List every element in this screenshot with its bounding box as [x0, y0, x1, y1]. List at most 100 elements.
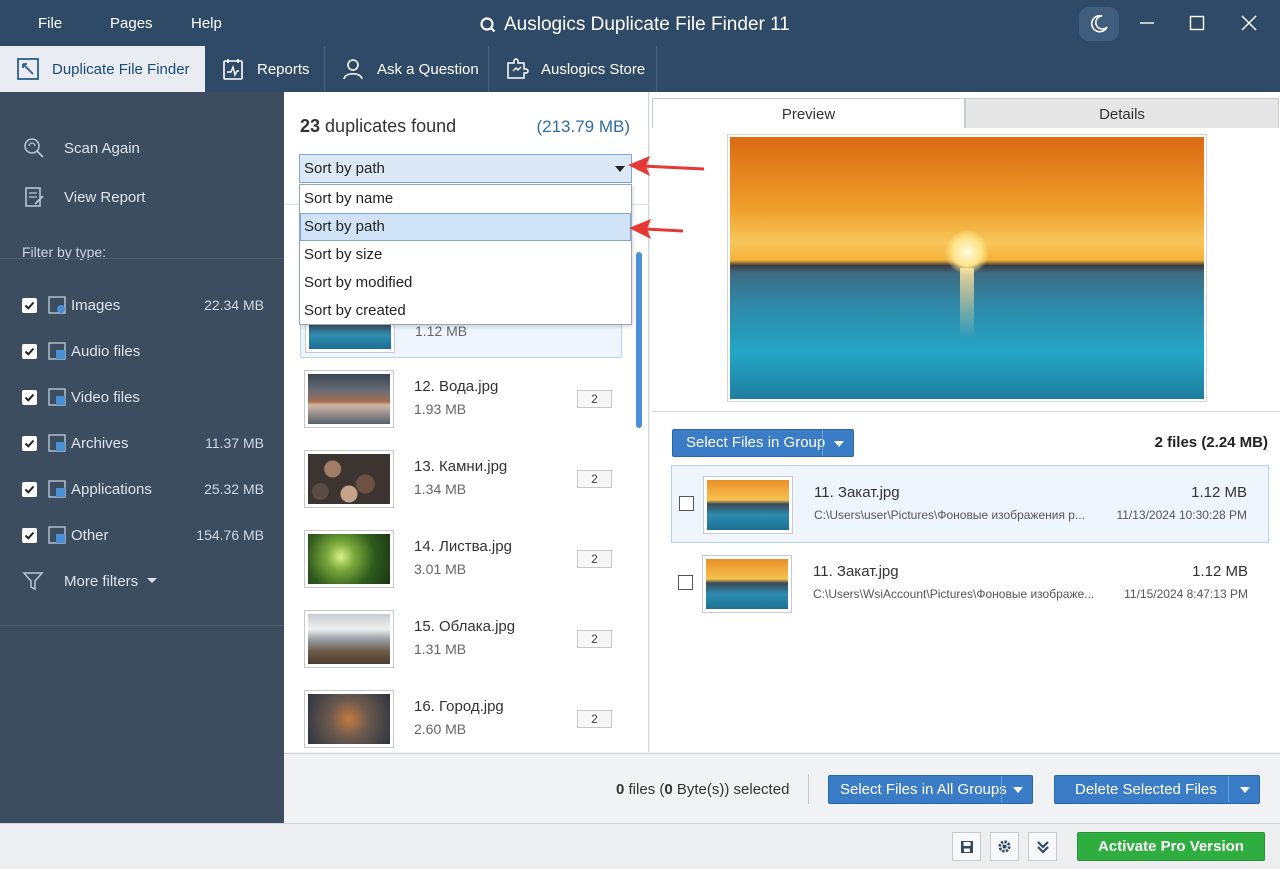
selected-files-count: 0 [616, 781, 625, 798]
sort-dropdown[interactable]: Sort by path [299, 154, 632, 183]
delete-selected-label: Delete Selected Files [1075, 781, 1217, 798]
sort-option-modified[interactable]: Sort by modified [300, 269, 631, 297]
double-chevron-down-icon [1036, 840, 1049, 854]
video-checkbox[interactable] [22, 389, 37, 405]
moon-icon [1091, 14, 1108, 33]
caret-down-icon[interactable] [1013, 787, 1023, 793]
images-checkbox[interactable] [22, 297, 37, 313]
expand-button[interactable] [1028, 832, 1057, 861]
scan-again-label: Scan Again [64, 139, 140, 157]
sort-option-size[interactable]: Sort by size [300, 241, 631, 269]
filter-video[interactable]: Video files [22, 385, 264, 409]
settings-button[interactable] [990, 832, 1019, 861]
duplicates-total-size: (213.79 MB) [536, 117, 630, 136]
duplicate-count-badge: 2 [577, 630, 612, 648]
annotation-arrow-icon [629, 219, 684, 239]
duplicate-count-badge: 2 [577, 550, 612, 568]
audio-file-icon [48, 342, 66, 360]
audio-checkbox[interactable] [22, 343, 37, 359]
file-size: 1.12 MB [1191, 484, 1247, 501]
group-file-row[interactable]: 11. Закат.jpg C:\Users\user\Pictures\Фон… [671, 465, 1269, 543]
sort-options-menu: Sort by name Sort by path Sort by size S… [299, 184, 632, 325]
other-file-icon [48, 526, 66, 544]
file-size: 2.60 MB [414, 721, 467, 737]
list-item[interactable]: 12. Вода.jpg 1.93 MB 2 [300, 370, 622, 434]
tab-details[interactable]: Details [965, 98, 1279, 129]
chevron-down-icon [147, 578, 158, 583]
sort-option-name[interactable]: Sort by name [300, 185, 631, 213]
select-all-groups-label: Select Files in All Groups [840, 781, 1007, 798]
minimize-button[interactable] [1132, 8, 1162, 38]
file-size: 1.34 MB [414, 481, 467, 497]
sort-option-created[interactable]: Sort by created [300, 297, 631, 325]
duplicate-finder-icon [17, 58, 39, 80]
tab-ask-question[interactable]: Ask a Question [325, 46, 489, 92]
group-file-row[interactable]: 11. Закат.jpg C:\Users\WsiAccount\Pictur… [671, 545, 1269, 623]
checkmark-icon [24, 531, 35, 540]
maximize-button[interactable] [1182, 8, 1212, 38]
checkmark-icon [24, 485, 35, 494]
tab-duplicate-file-finder[interactable]: Duplicate File Finder [0, 46, 205, 92]
view-report-button[interactable]: View Report [22, 185, 145, 209]
file-thumbnail [304, 370, 394, 428]
filter-images[interactable]: Images 22.34 MB [22, 293, 264, 317]
action-bar: 0 files (0 Byte(s)) selected Select File… [284, 753, 1280, 823]
other-checkbox[interactable] [22, 527, 37, 543]
list-item[interactable]: 14. Листва.jpg 3.01 MB 2 [300, 530, 622, 594]
scan-again-button[interactable]: Scan Again [22, 136, 140, 160]
filter-archives[interactable]: Archives 11.37 MB [22, 431, 264, 455]
selected-bytes-count: 0 [664, 781, 673, 798]
sun-reflection [960, 268, 974, 338]
duplicates-list-panel: 23 duplicates found (213.79 MB) Sort by … [284, 92, 649, 752]
applications-checkbox[interactable] [22, 481, 37, 497]
theme-toggle-button[interactable] [1079, 7, 1119, 41]
menu-help[interactable]: Help [191, 0, 222, 46]
file-name: 12. Вода.jpg [414, 378, 499, 395]
tab-reports[interactable]: Reports [205, 46, 325, 92]
select-files-in-group-label: Select Files in Group [686, 434, 826, 451]
select-files-all-groups-button[interactable]: Select Files in All Groups [828, 775, 1033, 804]
menu-file[interactable]: File [38, 0, 62, 46]
minimize-icon [1140, 22, 1154, 24]
title-bar: File Pages Help Auslogics Duplicate File… [0, 0, 1280, 46]
filter-label: Archives [71, 434, 129, 452]
list-item[interactable]: 16. Город.jpg 2.60 MB 2 [300, 690, 622, 754]
file-thumbnail [703, 476, 793, 534]
filter-applications[interactable]: Applications 25.32 MB [22, 477, 264, 501]
caret-down-icon[interactable] [1240, 787, 1250, 793]
duplicates-label: duplicates found [325, 116, 457, 136]
archives-checkbox[interactable] [22, 435, 37, 451]
divider [0, 625, 284, 626]
filter-size: 154.76 MB [196, 527, 264, 543]
filter-label: Images [71, 296, 121, 314]
close-icon [1241, 15, 1257, 31]
delete-selected-files-button[interactable]: Delete Selected Files [1054, 775, 1260, 804]
sort-option-path[interactable]: Sort by path [300, 213, 631, 241]
file-size: 1.31 MB [414, 641, 467, 657]
list-item[interactable]: 13. Камни.jpg 1.34 MB 2 [300, 450, 622, 514]
caret-down-icon[interactable] [834, 441, 844, 447]
file-size: 1.12 MB [1192, 563, 1248, 580]
file-thumbnail [304, 450, 394, 508]
tab-auslogics-store[interactable]: Auslogics Store [489, 46, 657, 92]
more-filters-button[interactable]: More filters [22, 570, 158, 592]
filter-audio[interactable]: Audio files [22, 339, 264, 363]
select-files-in-group-button[interactable]: Select Files in Group [672, 429, 854, 457]
application-file-icon [48, 480, 66, 498]
list-scrollbar[interactable] [636, 252, 642, 428]
save-button[interactable] [952, 832, 981, 861]
funnel-icon [22, 572, 44, 591]
file-checkbox[interactable] [678, 575, 693, 590]
tab-preview[interactable]: Preview [652, 98, 965, 129]
report-document-icon [25, 187, 44, 207]
file-checkbox[interactable] [679, 496, 694, 511]
activate-pro-button[interactable]: Activate Pro Version [1077, 832, 1265, 861]
filter-other[interactable]: Other 154.76 MB [22, 523, 264, 547]
reports-icon [223, 59, 243, 80]
divider [0, 258, 284, 259]
scan-search-icon [24, 138, 44, 158]
menu-pages[interactable]: Pages [110, 0, 153, 46]
selected-files-label: files ( [628, 781, 665, 798]
list-item[interactable]: 15. Облака.jpg 1.31 MB 2 [300, 610, 622, 674]
close-button[interactable] [1234, 8, 1264, 38]
